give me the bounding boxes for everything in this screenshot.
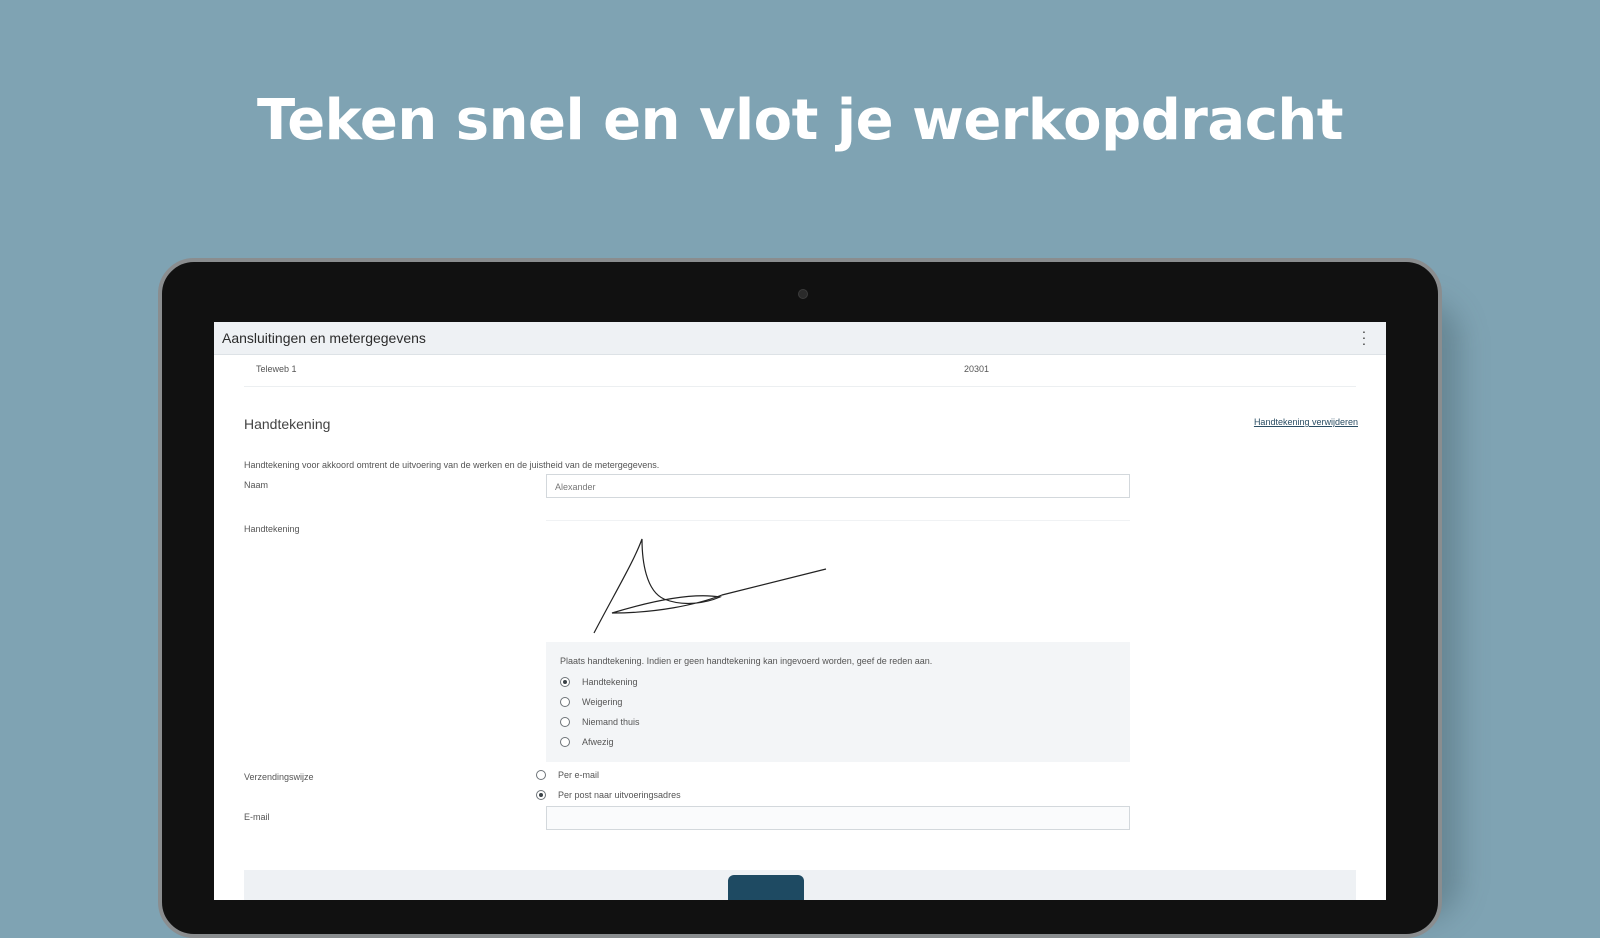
email-input[interactable]	[546, 806, 1130, 830]
option-afwezig[interactable]: Afwezig	[560, 735, 614, 749]
radio-icon[interactable]	[560, 737, 570, 747]
info-left: Teleweb 1	[256, 364, 297, 374]
app-title: Aansluitingen en metergegevens	[222, 330, 426, 346]
signature-options-panel: Plaats handtekening. Indien er geen hand…	[546, 642, 1130, 762]
camera-icon	[798, 289, 808, 299]
radio-icon[interactable]	[560, 677, 570, 687]
delivery-email-option[interactable]: Per e-mail	[536, 768, 599, 782]
radio-icon[interactable]	[560, 717, 570, 727]
app-bar: Aansluitingen en metergegevens · · ·	[214, 322, 1386, 355]
clear-signature-link[interactable]: Handtekening verwijderen	[1254, 417, 1358, 427]
delivery-post-option[interactable]: Per post naar uitvoeringsadres	[536, 788, 681, 802]
name-label: Naam	[244, 480, 269, 490]
option-label: Niemand thuis	[582, 717, 640, 727]
info-right: 20301	[964, 364, 990, 374]
radio-icon[interactable]	[536, 790, 546, 800]
option-label: Afwezig	[582, 737, 614, 747]
radio-icon[interactable]	[536, 770, 546, 780]
kebab-menu-icon[interactable]: · · ·	[1358, 324, 1370, 350]
option-label: Per post naar uitvoeringsadres	[558, 790, 681, 800]
headline: Teken snel en vlot je werkopdracht	[256, 88, 1344, 153]
radio-icon[interactable]	[560, 697, 570, 707]
option-weigering[interactable]: Weigering	[560, 695, 622, 709]
option-handtekening[interactable]: Handtekening	[560, 675, 638, 689]
signature-pad[interactable]	[546, 520, 1130, 643]
app-screen: Aansluitingen en metergegevens · · · Telew…	[214, 322, 1386, 900]
primary-action-button[interactable]	[728, 875, 804, 900]
section-description: Handtekening voor akkoord omtrent de uit…	[244, 460, 660, 470]
delivery-label: Verzendingswijze	[244, 772, 314, 782]
email-label: E-mail	[244, 812, 270, 822]
info-row: Teleweb 1 20301	[244, 356, 1356, 387]
option-label: Handtekening	[582, 677, 638, 687]
option-label: Per e-mail	[558, 770, 600, 780]
signature-stroke	[593, 538, 827, 634]
option-niemand-thuis[interactable]: Niemand thuis	[560, 715, 640, 729]
section-title: Handtekening	[244, 416, 331, 432]
name-input[interactable]: Alexander	[546, 474, 1130, 498]
signature-options-hint: Plaats handtekening. Indien er geen hand…	[560, 656, 933, 666]
signature-label: Handtekening	[244, 524, 300, 534]
option-label: Weigering	[582, 697, 623, 707]
